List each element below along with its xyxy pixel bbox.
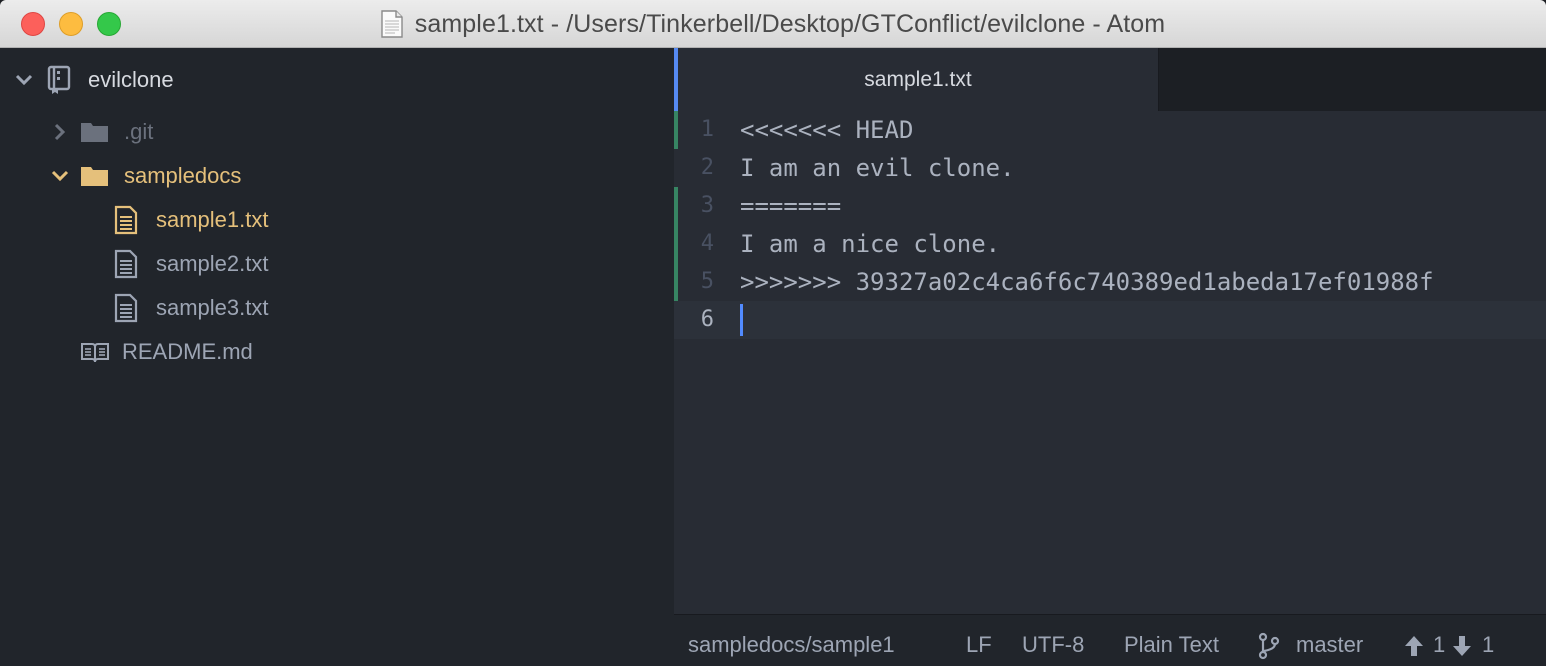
code-line[interactable]: 2 I am an evil clone.	[674, 149, 1546, 187]
text-cursor	[740, 304, 743, 336]
code-line[interactable]: 4 I am a nice clone.	[674, 225, 1546, 263]
line-text: =======	[740, 192, 842, 220]
tree-item-sample1[interactable]: sample1.txt	[114, 200, 269, 240]
book-icon	[81, 343, 109, 363]
tab-sample1[interactable]: sample1.txt	[674, 48, 1158, 111]
editor-pane: sample1.txt 1 <<<<<<< HEAD 2 I am an evi…	[674, 48, 1546, 614]
tree-item-readme[interactable]: README.md	[80, 332, 253, 372]
arrow-up-icon	[1405, 636, 1423, 656]
tree-item-label: README.md	[122, 339, 253, 364]
file-text-icon	[114, 249, 138, 279]
code-line[interactable]: 1 <<<<<<< HEAD	[674, 111, 1546, 149]
code-line-active[interactable]: 6	[674, 301, 1546, 339]
tree-root-evilclone[interactable]: evilclone	[14, 60, 174, 100]
folder-open-icon	[81, 167, 108, 186]
tree-item-label: sample1.txt	[156, 207, 269, 232]
chevron-right-icon	[54, 123, 66, 141]
tab-bar-empty-area[interactable]	[1158, 48, 1546, 111]
text-editor[interactable]: 1 <<<<<<< HEAD 2 I am an evil clone. 3 =…	[674, 111, 1546, 339]
code-line[interactable]: 5 >>>>>>> 39327a02c4ca6f6c740389ed1abeda…	[674, 263, 1546, 301]
status-encoding[interactable]: UTF-8	[1022, 615, 1084, 666]
line-text: I am an evil clone.	[740, 154, 1015, 182]
tree-item-sample2[interactable]: sample2.txt	[114, 244, 269, 284]
tree-item-sample3[interactable]: sample3.txt	[114, 288, 269, 328]
chevron-down-icon	[51, 170, 69, 182]
tree-item-sampledocs[interactable]: sampledocs	[50, 156, 241, 196]
line-text: <<<<<<< HEAD	[740, 116, 914, 144]
status-file-path[interactable]: sampledocs/sample1	[688, 615, 895, 666]
line-number: 2	[700, 155, 714, 180]
line-number: 3	[700, 193, 714, 218]
file-text-icon	[114, 205, 138, 235]
status-bar: sampledocs/sample1 LF UTF-8 Plain Text m…	[674, 614, 1546, 666]
chevron-down-icon	[15, 74, 33, 86]
tree-root-label: evilclone	[88, 67, 174, 92]
arrow-down-icon	[1453, 636, 1471, 656]
document-icon	[381, 10, 403, 38]
repo-icon	[47, 65, 71, 94]
status-line-ending[interactable]: LF	[966, 615, 992, 666]
tree-item-label: .git	[124, 119, 154, 144]
window-title: sample1.txt - /Users/Tinkerbell/Desktop/…	[414, 9, 1166, 38]
line-text: >>>>>>> 39327a02c4ca6f6c740389ed1abeda17…	[740, 268, 1434, 296]
status-grammar[interactable]: Plain Text	[1124, 615, 1219, 666]
code-line[interactable]: 3 =======	[674, 187, 1546, 225]
tree-item-label: sample2.txt	[156, 251, 269, 276]
status-ahead-count: 1	[1433, 632, 1446, 657]
tree-view: evilclone .git sampledocs sample1.txt sa…	[0, 48, 674, 666]
tree-item-label: sampledocs	[124, 163, 242, 188]
line-text: I am a nice clone.	[740, 230, 1001, 258]
status-behind-count: 1	[1482, 632, 1495, 657]
tree-item-label: sample3.txt	[156, 295, 269, 320]
tab-label: sample1.txt	[864, 67, 972, 91]
git-branch-icon	[1258, 632, 1280, 660]
line-number: 4	[700, 231, 714, 256]
line-number: 1	[700, 117, 714, 142]
tree-item-git[interactable]: .git	[50, 112, 153, 152]
title-bar: sample1.txt - /Users/Tinkerbell/Desktop/…	[0, 0, 1546, 48]
tab-bar: sample1.txt	[674, 48, 1546, 111]
line-number: 5	[700, 269, 714, 294]
line-number: 6	[700, 307, 714, 332]
file-text-icon	[114, 293, 138, 323]
status-branch[interactable]: master	[1296, 615, 1363, 666]
folder-icon	[81, 123, 108, 142]
